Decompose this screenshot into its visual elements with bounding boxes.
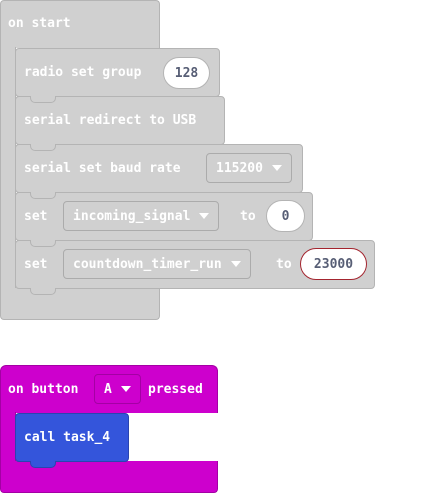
radio-group-value-text: 128	[174, 65, 199, 81]
button-select-dropdown[interactable]: A	[94, 374, 141, 404]
countdown-timer-value[interactable]: 23000	[300, 248, 367, 280]
on-start-spine	[0, 47, 16, 289]
on-button-spine	[0, 412, 16, 462]
incoming-signal-variable-dropdown[interactable]: incoming_signal	[63, 201, 220, 231]
set-incoming-set-label: set	[24, 209, 48, 224]
countdown-timer-value-text: 23000	[313, 256, 354, 272]
on-button-suffix-label: pressed	[148, 382, 203, 397]
set-incoming-to-label: to	[240, 209, 256, 224]
on-start-label: on start	[8, 16, 71, 31]
block-notch	[30, 288, 56, 295]
serial-redirect-label: serial redirect to USB	[24, 113, 197, 128]
radio-group-value[interactable]: 128	[163, 57, 210, 89]
set-countdown-to-label: to	[276, 257, 292, 272]
button-select-value: A	[104, 381, 112, 397]
block-notch	[30, 144, 56, 151]
countdown-timer-variable-dropdown[interactable]: countdown_timer_run	[63, 249, 251, 279]
incoming-signal-variable: incoming_signal	[73, 208, 191, 224]
block-notch	[30, 461, 56, 468]
baud-rate-dropdown[interactable]: 115200	[206, 153, 292, 183]
chevron-down-icon	[199, 213, 210, 219]
call-task-label: call task_4	[24, 430, 111, 445]
chevron-down-icon	[230, 261, 241, 267]
baud-rate-value: 115200	[216, 160, 263, 176]
block-notch	[30, 192, 56, 199]
block-notch	[30, 240, 56, 247]
radio-set-group-label: radio set group	[24, 65, 142, 80]
chevron-down-icon	[271, 165, 282, 171]
incoming-signal-value-text: 0	[281, 208, 290, 224]
incoming-signal-value[interactable]: 0	[266, 200, 305, 232]
chevron-down-icon	[120, 386, 131, 392]
block-notch	[30, 96, 56, 103]
on-start-footer	[0, 288, 160, 320]
countdown-timer-variable: countdown_timer_run	[73, 256, 222, 272]
on-button-prefix-label: on button	[8, 382, 79, 397]
set-countdown-set-label: set	[24, 257, 48, 272]
serial-baud-label: serial set baud rate	[24, 161, 181, 176]
